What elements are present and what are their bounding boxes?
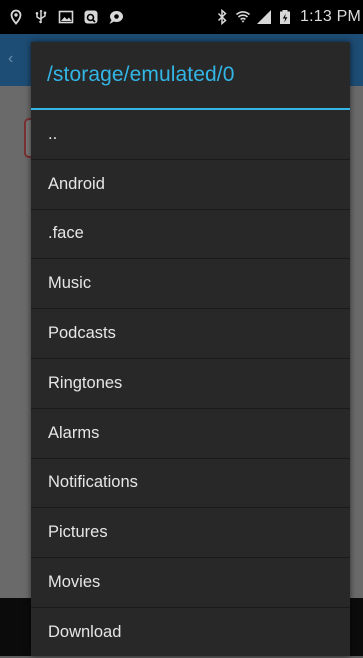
directory-item-ringtones[interactable]: Ringtones <box>31 359 350 409</box>
directory-item-movies[interactable]: Movies <box>31 558 350 608</box>
directory-list: .. Android .face Music Podcasts Ringtone… <box>31 110 350 658</box>
directory-item-label: .. <box>48 124 58 143</box>
dialog-header: /storage/emulated/0 <box>31 42 350 108</box>
status-bar: 1:13 PM <box>0 0 363 34</box>
directory-item-label: Ringtones <box>48 373 123 392</box>
wifi-icon <box>235 9 251 25</box>
directory-chooser-dialog: /storage/emulated/0 .. Android .face Mus… <box>31 42 350 656</box>
signal-icon <box>256 9 272 25</box>
gallery-icon <box>58 9 74 25</box>
directory-item-parent[interactable]: .. <box>31 110 350 160</box>
status-bar-system: 1:13 PM <box>214 0 361 34</box>
chat-icon <box>108 9 124 25</box>
bluetooth-icon <box>214 9 230 25</box>
directory-item-label: Music <box>48 274 92 293</box>
directory-item-alarms[interactable]: Alarms <box>31 409 350 459</box>
directory-item-label: Podcasts <box>48 324 116 343</box>
directory-item-pictures[interactable]: Pictures <box>31 508 350 559</box>
directory-item-download[interactable]: Download <box>31 608 350 658</box>
directory-item-label: Movies <box>48 573 101 592</box>
directory-item-face[interactable]: .face <box>31 210 350 260</box>
directory-item-android[interactable]: Android <box>31 160 350 210</box>
directory-item-podcasts[interactable]: Podcasts <box>31 309 350 359</box>
location-icon <box>8 9 24 25</box>
directory-item-label: Notifications <box>48 473 138 492</box>
dialog-title: /storage/emulated/0 <box>47 63 235 86</box>
background-back-icon: ‹ <box>8 50 14 67</box>
status-bar-time: 1:13 PM <box>300 8 361 25</box>
directory-item-label: Download <box>48 623 122 642</box>
directory-item-label: Pictures <box>48 523 108 542</box>
directory-item-label: .face <box>48 224 84 243</box>
usb-icon <box>33 9 49 25</box>
directory-item-label: Android <box>48 174 105 193</box>
directory-item-music[interactable]: Music <box>31 259 350 310</box>
ok-google-icon <box>83 9 99 25</box>
directory-item-notifications[interactable]: Notifications <box>31 459 350 509</box>
status-bar-notifications <box>8 0 124 34</box>
directory-item-label: Alarms <box>48 423 100 442</box>
battery-icon <box>277 9 293 25</box>
